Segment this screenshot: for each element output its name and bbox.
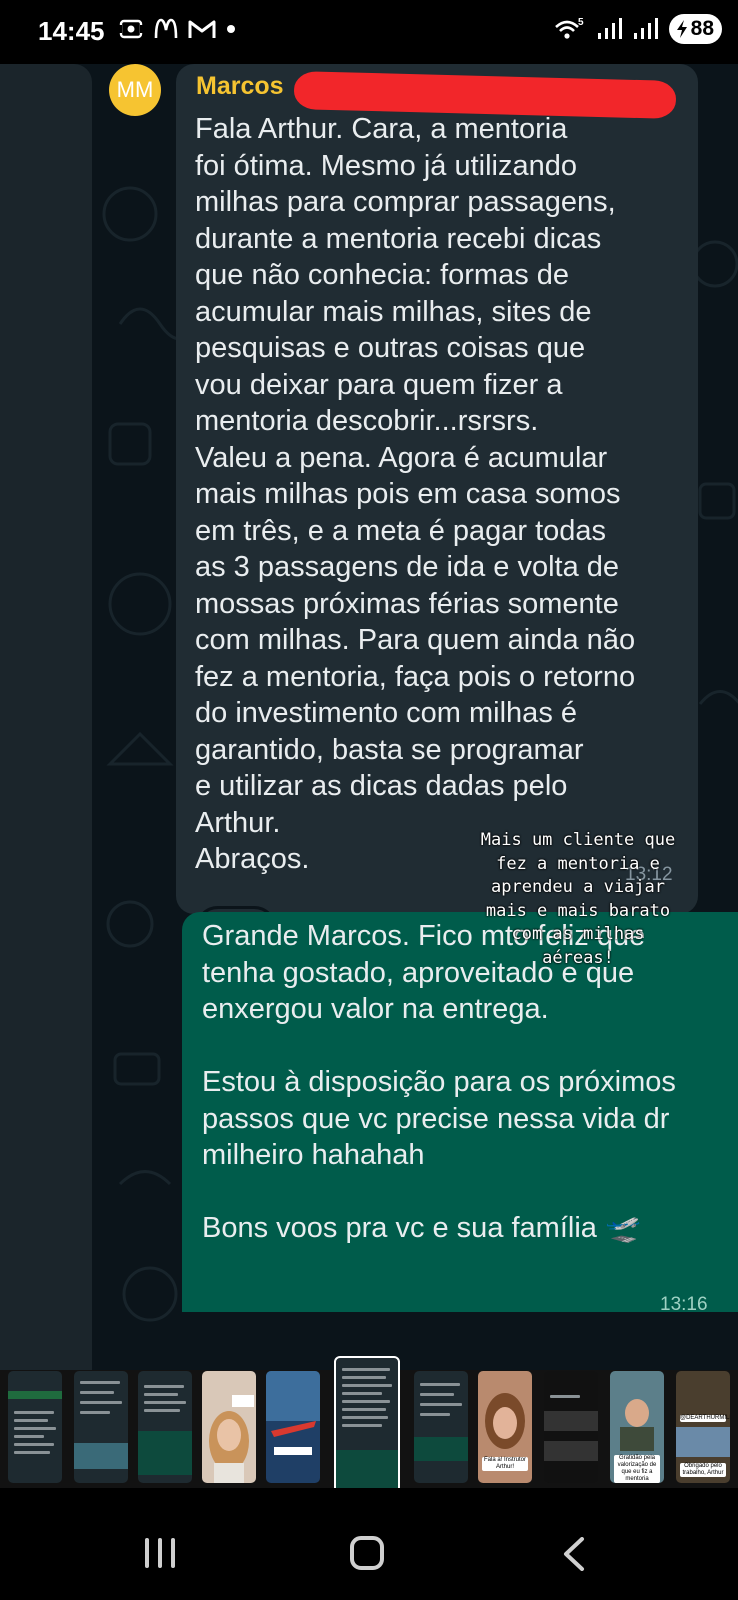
mcdonalds-icon (154, 18, 178, 39)
home-button[interactable] (350, 1536, 384, 1570)
thumbnail-11-handle: @DEARTHURMILHAS (680, 1415, 730, 1422)
back-button[interactable] (562, 1537, 586, 1571)
charging-bolt-icon (676, 20, 687, 38)
battery-indicator: 88 (668, 14, 722, 44)
signal-icon-2 (633, 18, 658, 39)
thumbnail-8[interactable]: Fala a! Instrutor Arthur! (478, 1371, 532, 1483)
thumbnail-1[interactable] (8, 1371, 62, 1483)
dot-icon (227, 25, 235, 33)
thumbnail-8-caption: Fala a! Instrutor Arthur! (482, 1457, 528, 1471)
notification-icons (118, 16, 236, 42)
thumbnail-11[interactable]: @DEARTHURMILHAS Obrigado pelo trabalho, … (676, 1371, 730, 1483)
svg-text:5: 5 (578, 17, 584, 28)
airplane-photo-icon (266, 1371, 320, 1455)
thumbnail-6-active[interactable] (334, 1356, 400, 1496)
person-photo-icon (209, 1395, 254, 1483)
thumbnail-2[interactable] (74, 1371, 128, 1483)
screen-record-icon (119, 19, 143, 39)
message-list: MM Marcos Fala Arthur. Cara, a mentoria … (0, 64, 738, 1370)
gmail-icon (188, 20, 216, 38)
thumbnail-11-caption: Obrigado pelo trabalho, Arthur (680, 1463, 726, 1477)
thumbnail-10-caption: Gratidão pela valorização de que eu fiz … (614, 1455, 660, 1483)
thumbnail-5[interactable] (266, 1371, 320, 1483)
thumbnail-7[interactable] (414, 1371, 468, 1483)
thumbnail-9[interactable] (544, 1371, 598, 1483)
thumbnail-4[interactable] (202, 1371, 256, 1483)
wifi-5g-icon: 5 (554, 17, 584, 39)
overlay-caption: Mais um cliente que fez a mentoria e apr… (480, 830, 676, 968)
recents-button[interactable] (145, 1538, 175, 1568)
avatar[interactable]: MM (109, 64, 161, 116)
sender-name[interactable]: Marcos (196, 72, 284, 101)
status-bar: 14:45 5 88 (0, 0, 738, 64)
thumbnail-10[interactable]: Gratidão pela valorização de que eu fiz … (610, 1371, 664, 1483)
thumbnail-3[interactable] (138, 1371, 192, 1483)
outgoing-message-time: 13:16 (660, 1294, 708, 1315)
status-right: 5 88 (553, 14, 722, 44)
incoming-message-text: Fala Arthur. Cara, a mentoria foi ótima.… (195, 113, 636, 875)
signal-icon (597, 18, 622, 39)
status-time: 14:45 (38, 16, 105, 46)
battery-level: 88 (690, 17, 714, 40)
